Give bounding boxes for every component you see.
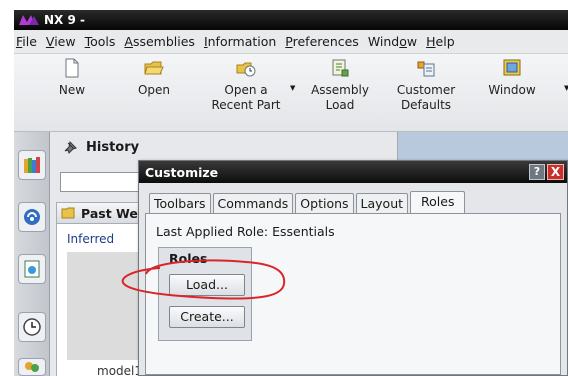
tab-roles[interactable]: Roles xyxy=(410,191,466,214)
menu-information[interactable]: Information xyxy=(204,34,276,49)
open-button[interactable]: Open xyxy=(132,58,176,98)
past-weeks-label: Past We xyxy=(81,205,138,221)
create-button[interactable]: Create... xyxy=(169,306,245,328)
books-icon xyxy=(24,157,40,173)
new-label: New xyxy=(58,83,86,97)
resource-bar xyxy=(14,132,50,376)
new-button[interactable]: New xyxy=(52,58,92,98)
load-button[interactable]: Load... xyxy=(169,274,245,296)
menu-assemblies[interactable]: Assemblies xyxy=(124,34,195,49)
customer-defaults-icon xyxy=(417,61,435,77)
resbar-web-button[interactable] xyxy=(18,202,46,232)
web-info-icon xyxy=(24,209,40,225)
resbar-part-navigator-button[interactable] xyxy=(18,150,46,180)
resbar-document-button[interactable] xyxy=(18,254,46,284)
window-button[interactable]: Window xyxy=(484,58,540,98)
model-name[interactable]: model1 xyxy=(97,364,142,376)
app-title: NX 9 - xyxy=(44,13,85,27)
menu-view[interactable]: View xyxy=(46,34,76,49)
tab-options[interactable]: Options xyxy=(295,193,354,213)
assembly-load-icon xyxy=(332,59,349,77)
last-applied-role: Last Applied Role: Essentials xyxy=(156,224,335,239)
standard-toolbar: New Open Open a Recent Part ▼ Assembly L… xyxy=(14,54,568,132)
menu-file[interactable]: File xyxy=(16,34,37,49)
app-titlebar: NX 9 - xyxy=(14,10,568,30)
customer-defaults-button[interactable]: Customer Defaults xyxy=(392,58,460,113)
open-recent-label-1: Open a xyxy=(224,83,268,97)
tab-layout[interactable]: Layout xyxy=(355,193,409,213)
history-title-text: History xyxy=(86,140,140,155)
close-button[interactable]: X xyxy=(547,164,564,180)
window-icon xyxy=(503,59,521,76)
open-folder-icon xyxy=(144,61,164,75)
dialog-title: Customize xyxy=(145,164,219,180)
document-icon xyxy=(24,260,40,278)
menu-tools[interactable]: Tools xyxy=(85,34,116,49)
roles-group: Roles Load... Create... xyxy=(158,247,252,341)
roles-heading: Roles xyxy=(169,251,208,266)
folder-icon xyxy=(61,207,75,219)
help-button[interactable]: ? xyxy=(529,164,545,180)
customize-dialog: Customize ? X Toolbars Commands Options … xyxy=(138,160,568,376)
menu-window[interactable]: Window xyxy=(368,34,417,49)
assembly-load-label-1: Assembly xyxy=(311,83,369,97)
open-label: Open xyxy=(137,83,171,97)
open-recent-part-button[interactable]: Open a Recent Part xyxy=(208,58,284,113)
tab-toolbars[interactable]: Toolbars xyxy=(149,193,211,213)
open-recent-dropdown-icon[interactable]: ▼ xyxy=(290,84,295,92)
recent-part-icon xyxy=(236,62,256,77)
assembly-load-label-2: Load xyxy=(325,98,355,112)
dialog-tabs: Toolbars Commands Options Layout Roles xyxy=(149,191,467,214)
nx-logo-icon xyxy=(19,15,39,25)
pin-icon[interactable] xyxy=(64,140,78,155)
inferred-label: Inferred xyxy=(67,232,115,246)
tab-commands[interactable]: Commands xyxy=(212,193,294,213)
history-title: History xyxy=(64,140,139,155)
menu-help[interactable]: Help xyxy=(426,34,455,49)
resbar-history-button[interactable] xyxy=(18,312,46,342)
menu-preferences[interactable]: Preferences xyxy=(285,34,359,49)
menu-bar: File View Tools Assemblies Information P… xyxy=(14,30,568,54)
new-file-icon xyxy=(65,58,79,78)
customer-defaults-label-2: Defaults xyxy=(400,98,452,112)
resbar-roles-button[interactable] xyxy=(18,358,46,376)
customer-defaults-label-1: Customer xyxy=(396,83,456,97)
roles-tab-panel: Last Applied Role: Essentials Roles Load… xyxy=(145,213,561,375)
dialog-titlebar[interactable]: Customize ? X xyxy=(139,161,567,183)
window-label: Window xyxy=(488,83,536,97)
clock-icon xyxy=(23,318,41,336)
open-recent-label-2: Recent Part xyxy=(211,98,281,112)
assembly-load-button[interactable]: Assembly Load xyxy=(308,58,372,113)
roles-icon xyxy=(25,362,39,372)
window-dropdown-icon[interactable]: ▼ xyxy=(564,84,568,92)
